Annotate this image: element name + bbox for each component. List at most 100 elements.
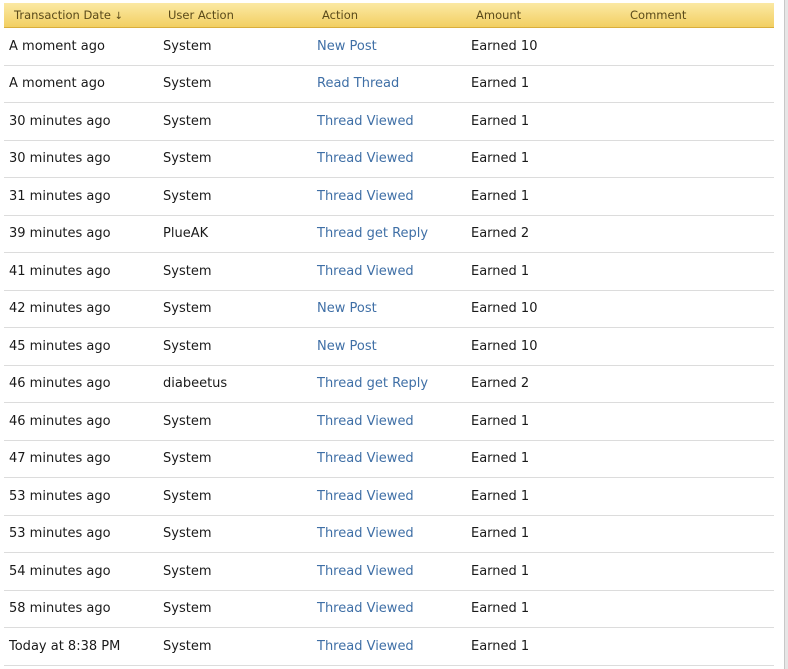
table-row: 42 minutes ago System New Post Earned 10 bbox=[4, 291, 774, 328]
cell-transaction-date: A moment ago bbox=[9, 38, 105, 54]
header-action[interactable]: Action bbox=[312, 8, 466, 22]
cell-user-action: System bbox=[163, 263, 212, 279]
cell-amount: Earned 1 bbox=[471, 263, 530, 279]
action-link[interactable]: Thread Viewed bbox=[317, 639, 414, 654]
cell-action: Thread Viewed bbox=[312, 151, 466, 166]
cell-user-action: diabeetus bbox=[163, 376, 228, 392]
cell-amount: Earned 1 bbox=[471, 451, 530, 467]
cell-user-action: System bbox=[163, 113, 212, 129]
action-link[interactable]: Thread Viewed bbox=[317, 451, 414, 466]
header-amount[interactable]: Amount bbox=[466, 8, 620, 22]
cell-amount: Earned 2 bbox=[471, 376, 530, 392]
header-transaction-date-label: Transaction Date bbox=[14, 8, 111, 22]
table-row: 30 minutes ago System Thread Viewed Earned … bbox=[4, 103, 774, 141]
cell-user-action: System bbox=[163, 563, 212, 579]
cell-action: Read Thread bbox=[312, 76, 466, 91]
table-row: 53 minutes ago System Thread Viewed Earned … bbox=[4, 478, 774, 516]
table-row: 45 minutes ago System New Post Earned 10 bbox=[4, 328, 774, 366]
cell-action: Thread get Reply bbox=[312, 376, 466, 391]
action-link[interactable]: Thread Viewed bbox=[317, 601, 414, 616]
action-link[interactable]: Thread Viewed bbox=[317, 489, 414, 504]
table-row: 46 minutes ago System Thread Viewed Earned … bbox=[4, 403, 774, 441]
header-user-action[interactable]: User Action bbox=[158, 8, 312, 22]
cell-transaction-date: 53 minutes ago bbox=[9, 526, 111, 542]
sort-down-icon: ↓ bbox=[114, 11, 123, 22]
cell-amount: Earned 10 bbox=[471, 301, 538, 317]
cell-action: Thread Viewed bbox=[312, 601, 466, 616]
table-row: 54 minutes ago System Thread Viewed Earned … bbox=[4, 553, 774, 591]
cell-amount: Earned 10 bbox=[471, 38, 538, 54]
cell-transaction-date: 58 minutes ago bbox=[9, 601, 111, 617]
vertical-scrollbar[interactable] bbox=[784, 0, 788, 669]
cell-action: New Post bbox=[312, 39, 466, 54]
cell-amount: Earned 1 bbox=[471, 488, 530, 504]
cell-action: New Post bbox=[312, 301, 466, 316]
table-body: A moment ago System New Post Earned 10 A mom… bbox=[4, 28, 774, 666]
action-link[interactable]: New Post bbox=[317, 339, 377, 354]
cell-action: Thread Viewed bbox=[312, 564, 466, 579]
cell-action: Thread Viewed bbox=[312, 489, 466, 504]
action-link[interactable]: Thread Viewed bbox=[317, 151, 414, 166]
cell-amount: Earned 10 bbox=[471, 338, 538, 354]
cell-user-action: System bbox=[163, 38, 212, 54]
cell-action: Thread Viewed bbox=[312, 264, 466, 279]
transactions-view: Transaction Date ↓ User Action Action Am… bbox=[0, 0, 788, 669]
table-row: 53 minutes ago System Thread Viewed Earned … bbox=[4, 516, 774, 553]
table-row: 58 minutes ago System Thread Viewed Earned … bbox=[4, 591, 774, 628]
cell-amount: Earned 1 bbox=[471, 638, 530, 654]
action-link[interactable]: Thread Viewed bbox=[317, 564, 414, 579]
cell-user-action: System bbox=[163, 188, 212, 204]
cell-user-action: System bbox=[163, 451, 212, 467]
table-row: 46 minutes ago diabeetus Thread get Reply E… bbox=[4, 366, 774, 403]
table-row: A moment ago System New Post Earned 10 bbox=[4, 28, 774, 66]
cell-transaction-date: 46 minutes ago bbox=[9, 413, 111, 429]
cell-transaction-date: 42 minutes ago bbox=[9, 301, 111, 317]
cell-user-action: System bbox=[163, 151, 212, 167]
cell-transaction-date: 45 minutes ago bbox=[9, 338, 111, 354]
table-row: 39 minutes ago PlueAK Thread get Reply Earn… bbox=[4, 216, 774, 253]
action-link[interactable]: Thread Viewed bbox=[317, 189, 414, 204]
table-row: 47 minutes ago System Thread Viewed Earned … bbox=[4, 441, 774, 478]
cell-transaction-date: 30 minutes ago bbox=[9, 151, 111, 167]
cell-user-action: System bbox=[163, 338, 212, 354]
table-row: 31 minutes ago System Thread Viewed Earned … bbox=[4, 178, 774, 216]
cell-amount: Earned 1 bbox=[471, 526, 530, 542]
cell-user-action: System bbox=[163, 526, 212, 542]
cell-action: Thread Viewed bbox=[312, 639, 466, 654]
table-row: A moment ago System Read Thread Earned 1 bbox=[4, 66, 774, 103]
cell-action: Thread Viewed bbox=[312, 526, 466, 541]
cell-user-action: System bbox=[163, 301, 212, 317]
cell-transaction-date: A moment ago bbox=[9, 76, 105, 92]
cell-transaction-date: 41 minutes ago bbox=[9, 263, 111, 279]
cell-action: Thread Viewed bbox=[312, 114, 466, 129]
header-transaction-date[interactable]: Transaction Date ↓ bbox=[4, 8, 158, 22]
cell-user-action: System bbox=[163, 413, 212, 429]
action-link[interactable]: Thread Viewed bbox=[317, 264, 414, 279]
action-link[interactable]: New Post bbox=[317, 301, 377, 316]
cell-user-action: System bbox=[163, 76, 212, 92]
cell-transaction-date: 39 minutes ago bbox=[9, 226, 111, 242]
cell-user-action: System bbox=[163, 601, 212, 617]
action-link[interactable]: Thread get Reply bbox=[317, 226, 428, 241]
action-link[interactable]: Read Thread bbox=[317, 76, 399, 91]
transactions-table: Transaction Date ↓ User Action Action Am… bbox=[4, 3, 774, 666]
action-link[interactable]: Thread Viewed bbox=[317, 114, 414, 129]
action-link[interactable]: Thread Viewed bbox=[317, 526, 414, 541]
cell-action: Thread Viewed bbox=[312, 189, 466, 204]
header-comment[interactable]: Comment bbox=[620, 8, 774, 22]
table-header: Transaction Date ↓ User Action Action Am… bbox=[4, 3, 774, 28]
action-link[interactable]: New Post bbox=[317, 39, 377, 54]
cell-transaction-date: 46 minutes ago bbox=[9, 376, 111, 392]
action-link[interactable]: Thread get Reply bbox=[317, 376, 428, 391]
cell-amount: Earned 1 bbox=[471, 113, 530, 129]
cell-transaction-date: Today at 8:38 PM bbox=[9, 638, 121, 654]
table-row: 30 minutes ago System Thread Viewed Earned … bbox=[4, 141, 774, 178]
cell-transaction-date: 31 minutes ago bbox=[9, 188, 111, 204]
cell-action: Thread get Reply bbox=[312, 226, 466, 241]
cell-transaction-date: 53 minutes ago bbox=[9, 488, 111, 504]
action-link[interactable]: Thread Viewed bbox=[317, 414, 414, 429]
cell-action: Thread Viewed bbox=[312, 451, 466, 466]
cell-amount: Earned 1 bbox=[471, 413, 530, 429]
cell-amount: Earned 1 bbox=[471, 76, 530, 92]
cell-amount: Earned 1 bbox=[471, 188, 530, 204]
